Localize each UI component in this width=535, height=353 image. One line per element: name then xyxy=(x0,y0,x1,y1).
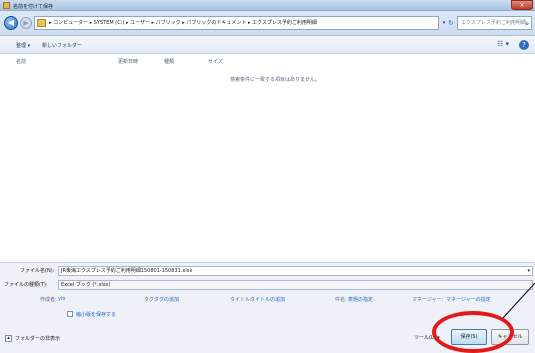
hide-folders-icon[interactable]: ▴ xyxy=(5,335,12,342)
manager-label: マネージャー: xyxy=(412,297,444,303)
title-value[interactable]: タイトルの追加 xyxy=(250,296,285,303)
save-thumbnail-label[interactable]: 縮小版を保存する xyxy=(76,311,116,318)
column-header-size[interactable]: サイズ xyxy=(208,58,223,65)
filename-label: ファイル名(N): xyxy=(20,268,55,274)
annotation-circle xyxy=(432,311,514,353)
title-label: タイトル: xyxy=(230,297,252,303)
column-header-type[interactable]: 種類 xyxy=(164,58,174,65)
search-icon[interactable]: ⌕ xyxy=(525,18,529,29)
forward-button[interactable]: ▶ xyxy=(20,17,32,29)
address-bar: ◀ ▶ ▸ コンピューター ▸ SYSTEM (C:) ▸ ユーザー ▸ パブリ… xyxy=(0,11,535,36)
column-header-name[interactable]: 名前 xyxy=(16,58,26,65)
empty-results-message: 検索条件に一致する項目はありません。 xyxy=(230,77,320,83)
author-value[interactable]: yio xyxy=(58,296,65,302)
folder-icon xyxy=(37,19,46,27)
author-label: 作成者: xyxy=(40,297,57,303)
column-header-date[interactable]: 更新日時 xyxy=(118,58,138,65)
subject-value[interactable]: 表題の指定 xyxy=(348,296,373,303)
window-title: 名前を付けて保存 xyxy=(13,4,54,10)
command-bar: 整理 ▾ 新しいフォルダー ☷ ▾ ? xyxy=(0,37,535,54)
manager-value[interactable]: マネージャーの指定 xyxy=(446,296,491,303)
tags-value[interactable]: タグの追加 xyxy=(154,296,179,303)
organize-button[interactable]: 整理 ▾ xyxy=(16,42,30,49)
help-icon[interactable]: ? xyxy=(519,40,529,50)
app-icon xyxy=(3,2,10,9)
title-bar: 名前を付けて保存 × xyxy=(0,0,535,11)
close-button[interactable]: × xyxy=(511,0,533,10)
search-input[interactable]: エクスプレス予約ご利用明細... ⌕ xyxy=(457,16,532,30)
address-field[interactable]: ▸ コンピューター ▸ SYSTEM (C:) ▸ ユーザー ▸ パブリック ▸… xyxy=(34,16,439,30)
save-thumbnail-checkbox[interactable] xyxy=(67,311,73,317)
search-placeholder: エクスプレス予約ご利用明細... xyxy=(461,20,531,26)
refresh-icon[interactable]: ↻ xyxy=(446,16,456,30)
filename-dropdown-icon[interactable]: ▾ xyxy=(527,267,530,276)
filename-input[interactable]: JR東海エクスプレス予約ご利用明細150801-150831.xlsx ▾ xyxy=(58,266,533,276)
filetype-label: ファイルの種類(T): xyxy=(4,282,48,288)
subject-label: 件名: xyxy=(335,297,347,303)
filetype-value: Excel ブック (*.xlsx) xyxy=(61,282,111,288)
view-options-icon[interactable]: ☷ ▾ xyxy=(497,40,509,48)
hide-folders-button[interactable]: フォルダーの非表示 xyxy=(15,335,60,342)
new-folder-button[interactable]: 新しいフォルダー xyxy=(42,42,82,49)
filetype-select[interactable]: Excel ブック (*.xlsx) xyxy=(58,280,533,290)
address-path: ▸ コンピューター ▸ SYSTEM (C:) ▸ ユーザー ▸ パブリック ▸… xyxy=(49,20,317,26)
back-button[interactable]: ◀ xyxy=(4,16,18,30)
filename-value: JR東海エクスプレス予約ご利用明細150801-150831.xlsx xyxy=(61,268,193,274)
